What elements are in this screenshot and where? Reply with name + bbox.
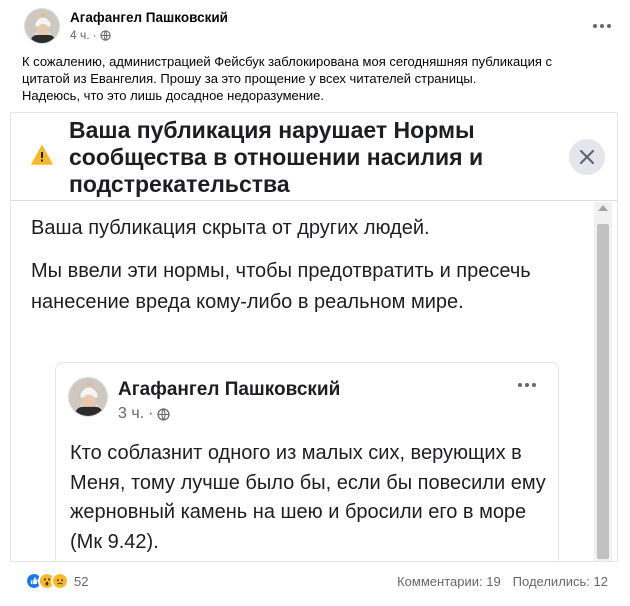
violation-notice-image[interactable]: Ваша публикация нарушает Нормы сообществ… bbox=[10, 112, 618, 562]
scroll-up-arrow-icon bbox=[598, 205, 608, 211]
author-avatar[interactable] bbox=[24, 8, 60, 44]
dot-icon bbox=[593, 24, 597, 28]
notice-title: Ваша публикация нарушает Нормы сообществ… bbox=[69, 117, 484, 197]
globe-icon bbox=[157, 407, 171, 421]
dot-icon bbox=[518, 383, 522, 387]
post-text-line: Надеюсь, что это лишь досадное недоразум… bbox=[22, 88, 325, 103]
quoted-post-time: 3 ч. bbox=[118, 405, 145, 422]
reactions-summary[interactable]: 52 bbox=[25, 572, 88, 590]
close-button[interactable] bbox=[569, 139, 605, 175]
quoted-options-icon bbox=[518, 383, 536, 387]
notice-hidden-text: Ваша публикация скрыта от других людей. bbox=[31, 217, 430, 239]
meta-separator: · bbox=[92, 28, 97, 42]
footer-stats: Комментарии: 19 Поделились: 12 bbox=[397, 574, 608, 589]
post-text: К сожалению, администрацией Фейсбук забл… bbox=[22, 53, 612, 104]
post-time[interactable]: 4 ч. bbox=[70, 28, 90, 42]
post-meta: 4 ч. · bbox=[70, 28, 111, 42]
dot-icon bbox=[607, 24, 611, 28]
quoted-post-text: Кто соблазнит одного из малых сих, верую… bbox=[70, 442, 546, 553]
post-text-line: К сожалению, администрацией Фейсбук забл… bbox=[22, 54, 553, 69]
author-name[interactable]: Агафангел Пашковский bbox=[70, 10, 228, 25]
scrollbar bbox=[594, 202, 612, 561]
sad-reaction-icon bbox=[51, 572, 69, 590]
warning-triangle-icon bbox=[31, 145, 53, 165]
post-options-button[interactable] bbox=[590, 14, 614, 38]
post-footer: 52 Комментарии: 19 Поделились: 12 bbox=[0, 566, 630, 596]
close-icon bbox=[579, 149, 595, 165]
notice-header: Ваша публикация нарушает Нормы сообществ… bbox=[11, 113, 617, 201]
notice-body: Ваша публикация скрыта от других людей. … bbox=[11, 202, 617, 561]
reaction-count: 52 bbox=[74, 573, 89, 589]
notice-policy-text: Мы ввели эти нормы, чтобы предотвратить … bbox=[31, 260, 531, 313]
dot-icon bbox=[525, 383, 529, 387]
quoted-author-name: Агафангел Пашковский bbox=[118, 379, 341, 400]
post-text-line: цитатой из Евангелия. Прошу за это проще… bbox=[22, 71, 477, 86]
comments-count-link[interactable]: Комментарии: 19 bbox=[397, 574, 501, 589]
scrollbar-thumb bbox=[597, 224, 609, 559]
quoted-post-meta: 3 ч. · bbox=[118, 405, 171, 423]
dot-icon bbox=[532, 383, 536, 387]
dot-icon bbox=[600, 24, 604, 28]
quoted-post: Агафангел Пашковский 3 ч. · Кто соблазни… bbox=[55, 362, 559, 561]
post-header: Агафангел Пашковский 4 ч. · bbox=[22, 6, 622, 46]
quoted-author-avatar bbox=[68, 377, 108, 417]
globe-icon bbox=[99, 29, 111, 41]
shares-count-link[interactable]: Поделились: 12 bbox=[513, 574, 608, 589]
meta-separator: · bbox=[148, 405, 154, 422]
